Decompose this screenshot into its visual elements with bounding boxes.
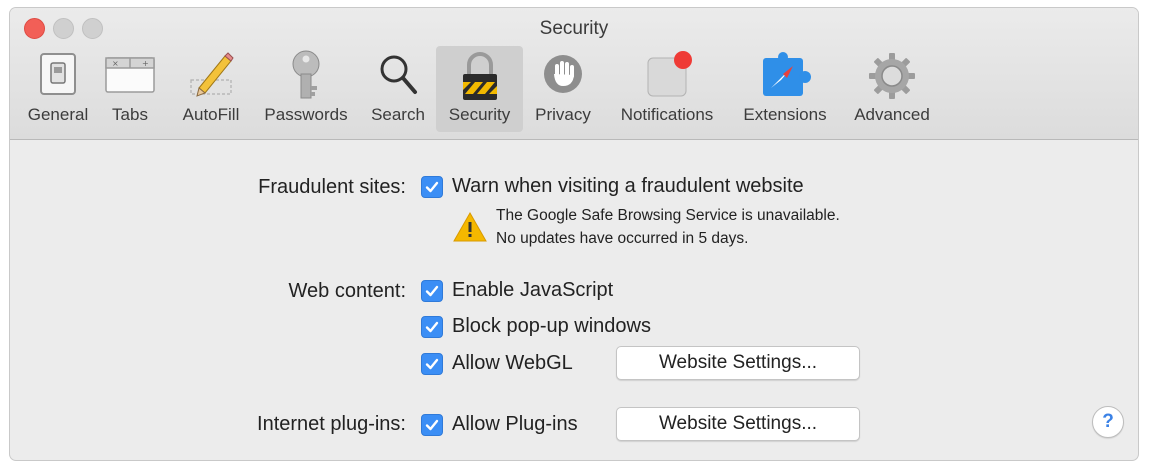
help-button[interactable]: ? xyxy=(1092,406,1124,438)
enable-javascript-label: Enable JavaScript xyxy=(452,279,614,301)
tab-autofill-label: AutoFill xyxy=(182,105,240,124)
allow-plugins-label: Allow Plug-ins xyxy=(452,413,578,435)
key-icon xyxy=(292,50,320,99)
checkmark-icon xyxy=(425,321,439,333)
gear-icon xyxy=(869,53,915,99)
fraudulent-warning-checkbox[interactable] xyxy=(421,176,443,198)
window-title: Security xyxy=(539,18,609,39)
padlock-icon xyxy=(462,52,497,100)
toolbar: Security General × + Tabs AutoFill Passw… xyxy=(10,8,1138,140)
tab-notifications[interactable]: Notifications xyxy=(606,46,728,132)
tab-autofill[interactable]: AutoFill xyxy=(170,46,252,132)
warning-line-2: No updates have occurred in 5 days. xyxy=(496,230,749,247)
web-content-label: Web content: xyxy=(288,280,406,302)
tab-search-label: Search xyxy=(371,105,425,124)
checkmark-icon xyxy=(425,285,439,297)
warning-icon xyxy=(453,211,487,242)
tab-security[interactable]: Security xyxy=(436,46,523,132)
magnifier-icon xyxy=(380,55,417,94)
hand-icon xyxy=(544,55,582,93)
tab-notifications-label: Notifications xyxy=(620,105,714,124)
tab-general[interactable]: General xyxy=(18,46,98,132)
tabs-icon: × + xyxy=(105,57,155,93)
tab-search[interactable]: Search xyxy=(360,46,436,132)
switch-icon xyxy=(40,53,76,95)
warning-line-1: The Google Safe Browsing Service is unav… xyxy=(496,207,840,224)
pencil-icon xyxy=(190,52,234,97)
checkmark-icon xyxy=(425,358,439,370)
fraudulent-warning-label: Warn when visiting a fraudulent website xyxy=(452,175,804,197)
tab-advanced-label: Advanced xyxy=(854,105,930,124)
enable-javascript-checkbox[interactable] xyxy=(421,280,443,302)
fraudulent-sites-label: Fraudulent sites: xyxy=(258,176,406,198)
allow-webgl-checkbox[interactable] xyxy=(421,353,443,375)
webgl-website-settings-button[interactable]: Website Settings... xyxy=(616,346,860,380)
allow-plugins-checkbox[interactable] xyxy=(421,414,443,436)
checkmark-icon xyxy=(425,181,439,193)
tab-passwords[interactable]: Passwords xyxy=(254,46,358,132)
notification-icon xyxy=(647,51,692,97)
tab-privacy[interactable]: Privacy xyxy=(526,46,600,132)
tab-extensions[interactable]: Extensions xyxy=(732,46,838,132)
svg-text:×: × xyxy=(112,59,119,68)
block-popups-label: Block pop-up windows xyxy=(452,315,651,337)
tab-advanced[interactable]: Advanced xyxy=(842,46,942,132)
tab-passwords-label: Passwords xyxy=(264,105,348,124)
tab-tabs-label: Tabs xyxy=(112,105,148,124)
puzzle-icon xyxy=(763,52,811,96)
checkmark-icon xyxy=(425,419,439,431)
block-popups-checkbox[interactable] xyxy=(421,316,443,338)
internet-plugins-label: Internet plug-ins: xyxy=(257,413,406,435)
tab-extensions-label: Extensions xyxy=(743,105,827,124)
plugins-website-settings-button[interactable]: Website Settings... xyxy=(616,407,860,441)
tab-privacy-label: Privacy xyxy=(535,105,591,124)
tab-security-label: Security xyxy=(448,105,511,124)
svg-text:+: + xyxy=(142,59,149,68)
tab-tabs[interactable]: × + Tabs xyxy=(100,46,160,132)
allow-webgl-label: Allow WebGL xyxy=(452,352,573,374)
tab-general-label: General xyxy=(27,105,89,124)
preferences-window: Security General × + Tabs AutoFill Passw… xyxy=(10,8,1138,460)
